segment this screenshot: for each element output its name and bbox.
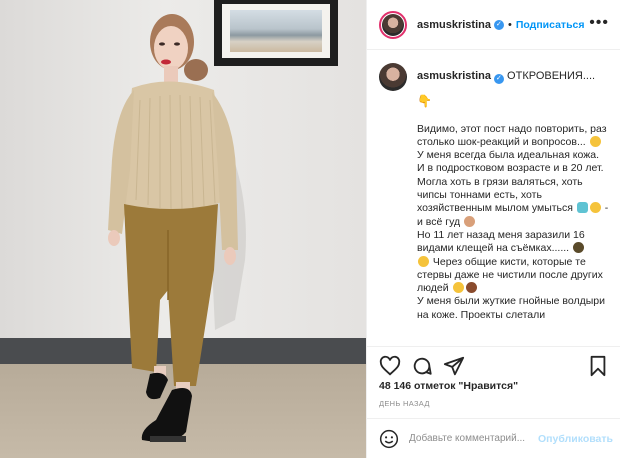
smiley-icon[interactable] bbox=[379, 429, 399, 449]
caption-line-1: Видимо, этот пост надо повторить, раз ст… bbox=[417, 122, 607, 148]
post-header: asmuskristina ✓ • Подписаться ••• bbox=[367, 0, 620, 50]
caption-title: ОТКРОВЕНИЯ.... bbox=[507, 70, 596, 82]
facepalm-icon bbox=[465, 282, 477, 294]
add-comment-bar: Опубликовать bbox=[367, 418, 620, 458]
caption-line-4: Но 11 лет назад меня заразили 16 видами … bbox=[417, 228, 585, 255]
caption-author-line: asmuskristina ✓ ОТКРОВЕНИЯ.... bbox=[417, 70, 595, 84]
bug-icon bbox=[573, 242, 584, 254]
grin-face-icon bbox=[589, 202, 601, 214]
header-separator: • bbox=[507, 18, 512, 31]
heart-icon[interactable] bbox=[379, 355, 401, 377]
post-time[interactable]: ДЕНЬ НАЗАД bbox=[379, 399, 430, 408]
comment-input[interactable] bbox=[409, 433, 533, 444]
author-username[interactable]: asmuskristina bbox=[417, 19, 491, 31]
caption-line-6: У меня были жуткие гнойные волдыри на ко… bbox=[417, 295, 605, 321]
crying-face-icon bbox=[452, 282, 464, 294]
woman-figure bbox=[108, 14, 246, 442]
verified-badge-icon: ✓ bbox=[493, 74, 504, 84]
soap-icon bbox=[576, 202, 588, 214]
more-options-icon[interactable]: ••• bbox=[589, 15, 609, 31]
likes-number: 48 146 bbox=[379, 380, 412, 392]
caption-avatar[interactable] bbox=[379, 63, 407, 91]
post-side-panel: asmuskristina ✓ • Подписаться ••• asmusk… bbox=[366, 0, 620, 458]
ok-hand-icon bbox=[464, 215, 476, 227]
caption-line-2: У меня всегда была идеальная кожа. И в п… bbox=[417, 149, 604, 215]
bookmark-icon[interactable] bbox=[587, 355, 609, 377]
publish-button[interactable]: Опубликовать bbox=[538, 433, 613, 445]
likes-word: отметок bbox=[414, 380, 456, 392]
likes-count[interactable]: 48 146 отметок "Нравится" bbox=[379, 380, 518, 392]
caption-line-5: Через общие кисти, которые те стервы даж… bbox=[417, 255, 603, 295]
pointing-down-hand-icon: 👇 bbox=[417, 94, 432, 108]
comment-icon[interactable] bbox=[411, 355, 433, 377]
author-avatar[interactable] bbox=[379, 10, 407, 39]
post-photo[interactable] bbox=[0, 0, 366, 458]
comments-area[interactable]: asmuskristina ✓ ОТКРОВЕНИЯ.... 👇 Видимо, … bbox=[367, 51, 620, 346]
likes-suffix: "Нравится" bbox=[458, 380, 519, 392]
caption-author[interactable]: asmuskristina bbox=[417, 70, 491, 82]
action-bar bbox=[367, 346, 620, 382]
verified-badge-icon: ✓ bbox=[493, 19, 504, 30]
follow-button[interactable]: Подписаться bbox=[516, 19, 585, 31]
scream-face-icon bbox=[418, 255, 429, 267]
sad-face-icon bbox=[589, 135, 601, 147]
caption-text: 👇 Видимо, этот пост надо повторить, раз … bbox=[417, 94, 609, 322]
caption-header: asmuskristina ✓ ОТКРОВЕНИЯ.... bbox=[379, 63, 609, 91]
paper-plane-icon[interactable] bbox=[443, 355, 465, 377]
